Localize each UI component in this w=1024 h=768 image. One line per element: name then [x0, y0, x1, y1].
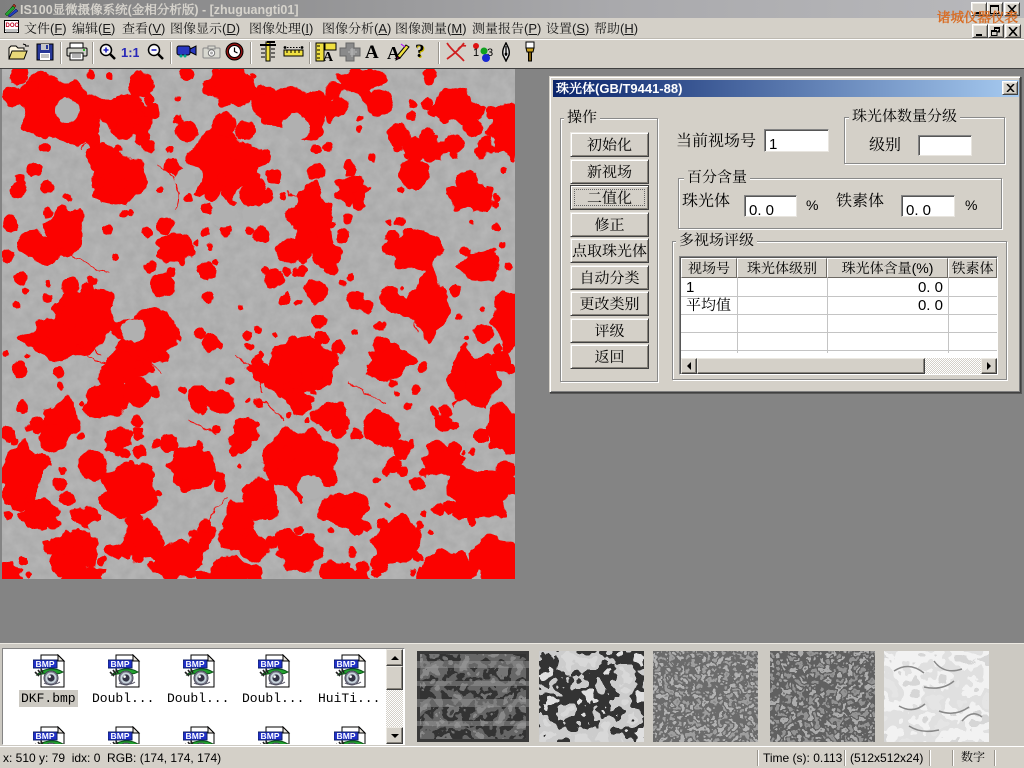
svg-text:BMP: BMP [261, 659, 280, 669]
svg-text:BMP: BMP [261, 731, 280, 741]
svg-text:?: ? [415, 42, 425, 61]
svg-text:BMP: BMP [186, 731, 205, 741]
svg-text:BMP: BMP [36, 659, 55, 669]
svg-text:1: 1 [473, 47, 479, 59]
svg-text:A: A [365, 43, 379, 60]
svg-text:1:1: 1:1 [121, 45, 139, 59]
svg-text:BMP: BMP [111, 731, 130, 741]
svg-text:BMP: BMP [111, 659, 130, 669]
svg-text:BMP: BMP [186, 659, 205, 669]
svg-text:BMP: BMP [337, 731, 356, 741]
svg-text:BMP: BMP [36, 731, 55, 741]
svg-text:BMP: BMP [337, 659, 356, 669]
svg-text:DOC: DOC [6, 23, 20, 29]
svg-text:A: A [323, 50, 334, 62]
